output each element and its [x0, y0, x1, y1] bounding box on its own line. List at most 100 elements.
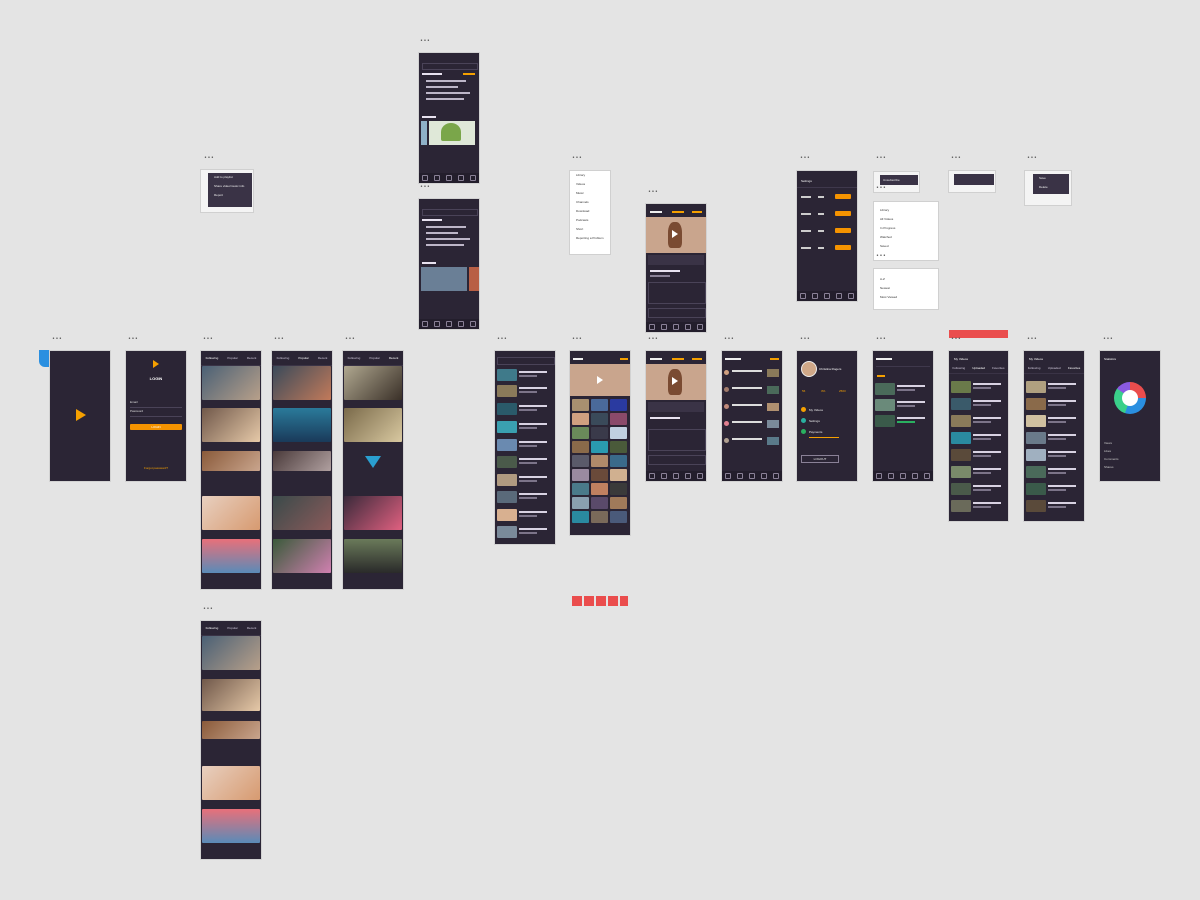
tab-recent[interactable]: Recent	[247, 626, 257, 630]
menu-item[interactable]: Save	[1033, 174, 1069, 183]
statistics-screen: Statistics Views Likes Comments Shares	[1100, 351, 1160, 481]
artboard-label: •••	[52, 336, 63, 342]
stat-row: Views	[1104, 441, 1112, 445]
menu-item[interactable]: Download	[570, 207, 610, 216]
tab-following[interactable]: Following	[1028, 366, 1041, 370]
menu-item[interactable]: A-Z	[874, 275, 938, 284]
artboard-label: •••	[648, 336, 659, 342]
tab-favorites[interactable]: Favorites	[992, 366, 1004, 370]
play-logo-icon	[76, 409, 86, 421]
login-button[interactable]: LOGIN	[130, 424, 182, 430]
tab-uploaded[interactable]: Uploaded	[972, 366, 985, 370]
forgot-password-link[interactable]: Forgot password?	[126, 466, 186, 470]
menu-item[interactable]: Library	[874, 206, 938, 215]
stat-row: Comments	[1104, 457, 1119, 461]
tab-following[interactable]: Following	[206, 626, 219, 630]
artboard-label: •••	[274, 336, 285, 342]
menu-item[interactable]: Saved	[874, 242, 938, 251]
artboard-label: •••	[572, 155, 583, 161]
bottom-nav	[873, 471, 933, 481]
tab-popular[interactable]: Popular	[369, 356, 379, 360]
menu-item[interactable]: Add to playlist	[208, 173, 252, 182]
artboard-label: •••	[1103, 336, 1114, 342]
artboard-label: •••	[203, 606, 214, 612]
menu-item[interactable]: Channels	[570, 198, 610, 207]
tab-popular[interactable]: Popular	[298, 356, 308, 360]
artboard-label: •••	[800, 155, 811, 161]
menu-item[interactable]: Share video/music info	[208, 182, 252, 191]
red-swatch	[584, 596, 594, 606]
profile-screen: Christina Rogers 56 3% 2503 My Videos Se…	[797, 351, 857, 481]
tab-recent[interactable]: Recent	[247, 356, 257, 360]
tab-favorites[interactable]: Favorites	[1068, 366, 1080, 370]
channel-screen	[873, 351, 933, 481]
artboard-label: •••	[497, 336, 508, 342]
menu-payments[interactable]: Payments	[809, 430, 822, 434]
artboard-label: •••	[204, 155, 215, 161]
tab-recent[interactable]: Recent	[389, 356, 399, 360]
artboard-label: •••	[345, 336, 356, 342]
video-detail-screen	[646, 204, 706, 332]
red-swatch	[608, 596, 618, 606]
bottom-nav	[419, 173, 479, 183]
profile-name: Christina Rogers	[819, 367, 842, 371]
page-title: Statistics	[1104, 357, 1117, 361]
bottom-nav	[722, 471, 782, 481]
category-menu: Library Videos Music Channels Download P…	[569, 170, 611, 255]
email-field[interactable]: Email	[130, 400, 182, 408]
artboard-label: •••	[951, 155, 962, 161]
settings-screen: Settings	[797, 171, 857, 301]
menu-item[interactable]: Library	[570, 171, 610, 180]
menu-item[interactable]: Music	[570, 189, 610, 198]
avatar	[801, 361, 817, 377]
page-title: My Videos	[1029, 357, 1043, 361]
artboard-label: •••	[800, 336, 811, 342]
feed-screen-following: Following Popular Recent	[201, 351, 261, 589]
my-videos-screen: My Videos Following Uploaded Favorites	[949, 351, 1008, 521]
logout-button[interactable]: LOGOUT	[801, 455, 839, 463]
artboard-label: •••	[128, 336, 139, 342]
menu-item[interactable]: All Videos	[874, 215, 938, 224]
artboard-label: •••	[648, 189, 659, 195]
tab-popular[interactable]: Popular	[227, 356, 237, 360]
menu-settings[interactable]: Settings	[809, 419, 820, 423]
notifications-screen	[722, 351, 782, 481]
tab-recent[interactable]: Recent	[318, 356, 328, 360]
menu-item[interactable]: Most Viewed	[874, 293, 938, 302]
artboard-label: •••	[876, 253, 887, 259]
feed-screen-scrolled: Following Popular Recent	[201, 621, 261, 859]
menu-item[interactable]: Short	[570, 225, 610, 234]
video-player-screen	[646, 351, 706, 481]
feed-tabs: Following Popular Recent	[272, 351, 332, 366]
bottom-nav	[419, 319, 479, 329]
password-field[interactable]: Password	[130, 409, 182, 417]
popup-tiny: Save Delete	[1024, 170, 1072, 206]
feed-screen-recent: Following Popular Recent	[343, 351, 403, 589]
tab-following[interactable]: Following	[953, 366, 966, 370]
menu-item[interactable]: Newest	[874, 284, 938, 293]
menu-item[interactable]: Podcasts	[570, 216, 610, 225]
menu-item[interactable]: Reporting a Problem	[570, 234, 610, 243]
unsubscribe-button[interactable]: Unsubscribe	[880, 175, 918, 185]
tab-uploaded[interactable]: Uploaded	[1048, 366, 1061, 370]
tab-following[interactable]: Following	[277, 356, 290, 360]
menu-item[interactable]: Delete	[1033, 183, 1069, 192]
video-list-screen	[495, 351, 555, 544]
red-swatch	[620, 596, 628, 606]
donut-chart	[1114, 382, 1146, 414]
menu-item[interactable]: Watched	[874, 233, 938, 242]
menu-item[interactable]: Report	[208, 191, 252, 200]
feed-tabs: Following Popular Recent	[201, 351, 261, 366]
tab-following[interactable]: Following	[206, 356, 219, 360]
menu-my-videos[interactable]: My Videos	[809, 408, 823, 412]
menu-item[interactable]: In Progress	[874, 224, 938, 233]
artboard-label: •••	[420, 38, 431, 44]
tab-following[interactable]: Following	[348, 356, 361, 360]
menu-item[interactable]: Videos	[570, 180, 610, 189]
artboard-label: •••	[951, 336, 962, 342]
play-logo-icon	[153, 360, 159, 368]
bottom-nav	[797, 291, 857, 301]
video-grid-screen	[570, 351, 630, 535]
tab-popular[interactable]: Popular	[227, 626, 237, 630]
sort-menu: A-Z Newest Most Viewed	[873, 268, 939, 310]
